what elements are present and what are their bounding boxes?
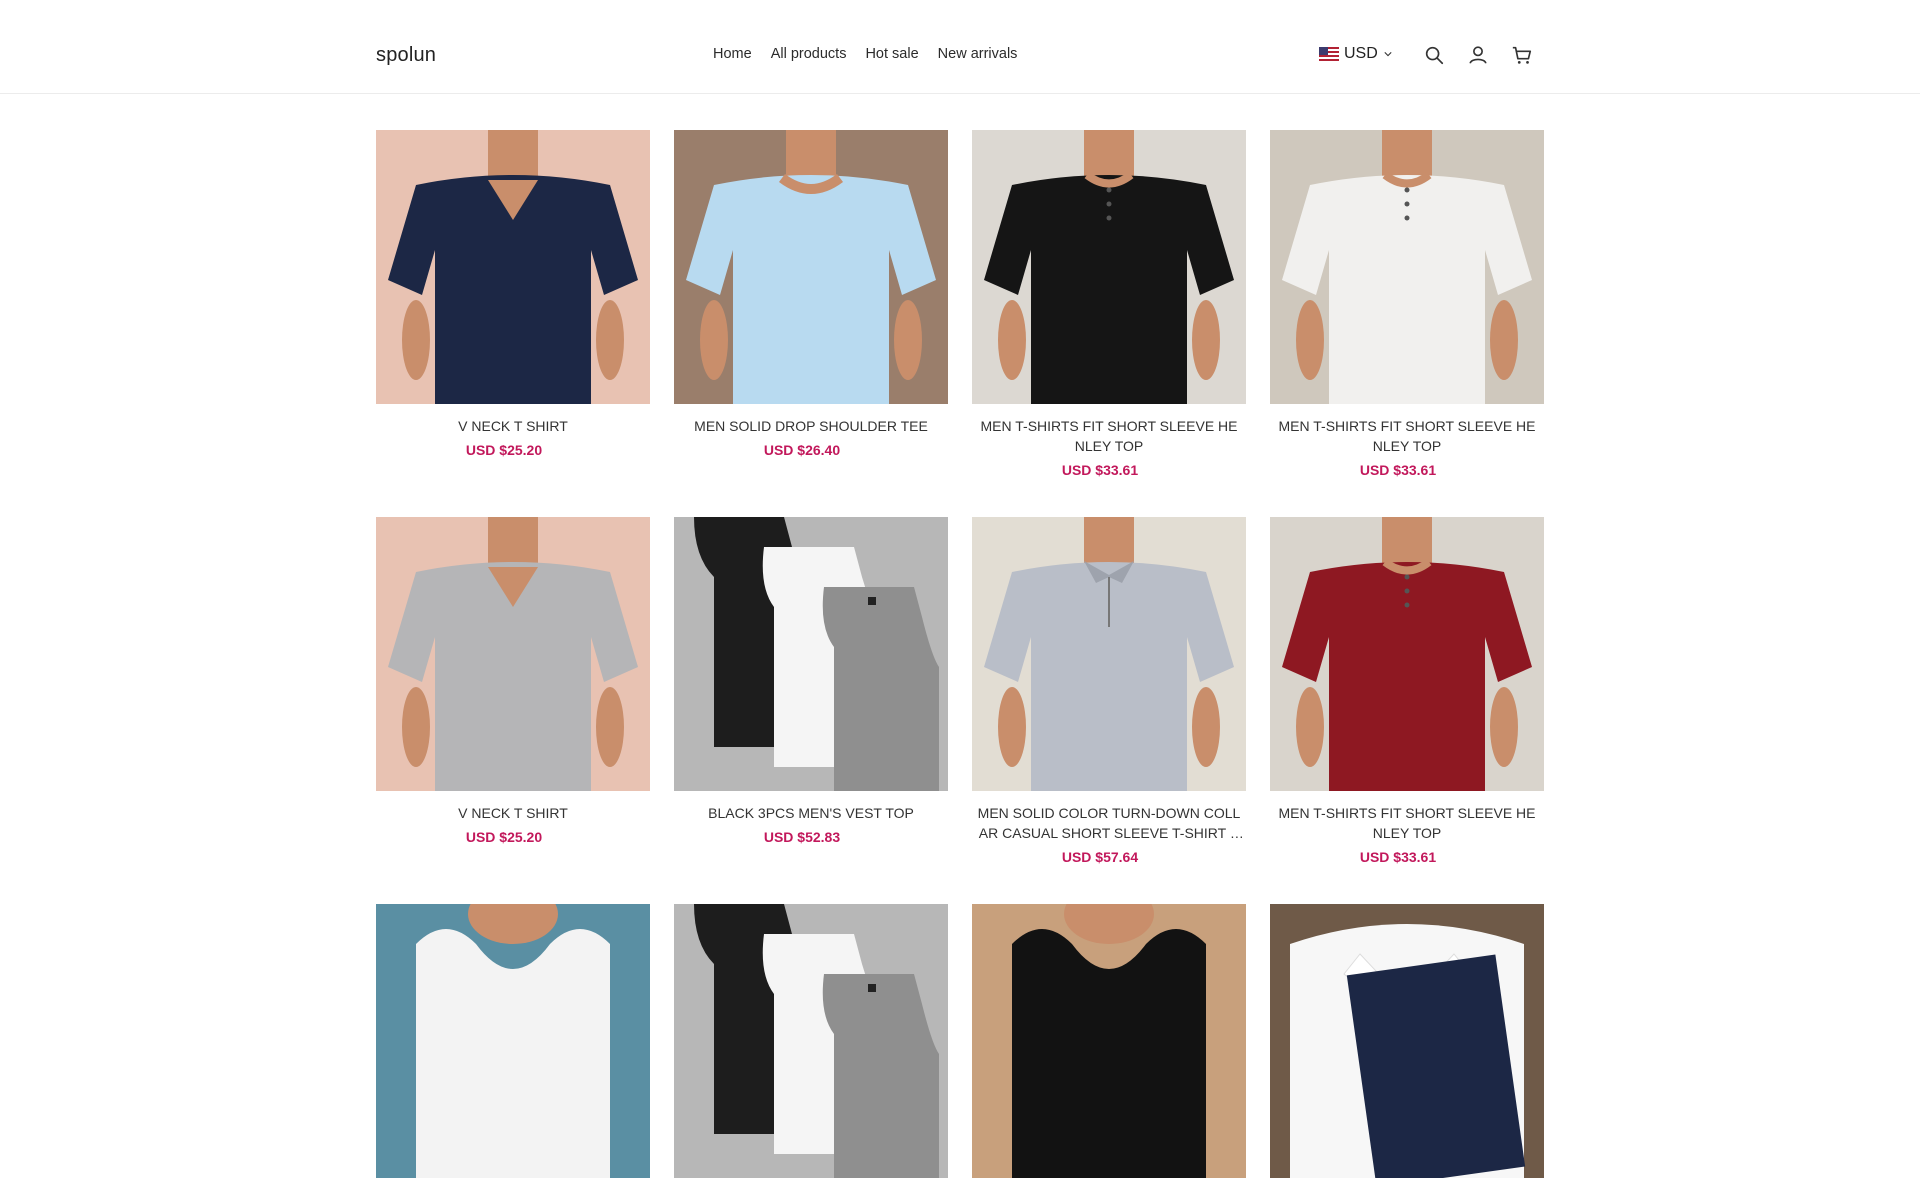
product-card[interactable] — [1270, 904, 1544, 1178]
product-title[interactable]: MEN T-SHIRTS FIT SHORT SLEEVE HENLEY TOP — [1270, 803, 1544, 843]
product-card[interactable] — [972, 904, 1246, 1178]
product-title[interactable]: MEN T-SHIRTS FIT SHORT SLEEVE HENLEY TOP — [972, 416, 1246, 456]
user-icon[interactable] — [1467, 44, 1489, 66]
currency-selector[interactable]: USD — [1319, 45, 1392, 63]
currency-code: USD — [1344, 45, 1378, 62]
product-image[interactable] — [972, 130, 1246, 404]
product-price: USD $33.61 — [1359, 462, 1437, 478]
product-price: USD $25.20 — [465, 442, 543, 458]
nav-home[interactable]: Home — [713, 46, 752, 62]
product-card[interactable]: MEN SOLID DROP SHOULDER TEE USD $26.40 — [674, 130, 948, 458]
nav-hot-sale[interactable]: Hot sale — [865, 46, 918, 62]
product-card[interactable]: MEN T-SHIRTS FIT SHORT SLEEVE HENLEY TOP… — [1270, 130, 1544, 478]
product-card[interactable]: MEN T-SHIRTS FIT SHORT SLEEVE HENLEY TOP… — [972, 130, 1246, 478]
cart-icon[interactable] — [1511, 44, 1533, 66]
product-image[interactable] — [376, 517, 650, 791]
product-image[interactable] — [674, 517, 948, 791]
us-flag-icon — [1319, 47, 1339, 61]
product-price: USD $33.61 — [1061, 462, 1139, 478]
product-card[interactable] — [674, 904, 948, 1178]
product-image[interactable] — [674, 130, 948, 404]
product-title[interactable]: V NECK T SHIRT — [376, 416, 650, 436]
site-header: spolun Home All products Hot sale New ar… — [0, 0, 1920, 94]
product-card[interactable]: V NECK T SHIRT USD $25.20 — [376, 517, 650, 845]
product-title[interactable]: MEN SOLID DROP SHOULDER TEE — [674, 416, 948, 436]
search-icon[interactable] — [1423, 44, 1445, 66]
product-image[interactable] — [1270, 904, 1544, 1178]
product-card[interactable]: MEN T-SHIRTS FIT SHORT SLEEVE HENLEY TOP… — [1270, 517, 1544, 865]
product-card[interactable] — [376, 904, 650, 1178]
product-image[interactable] — [972, 904, 1246, 1178]
brand-logo[interactable]: spolun — [376, 44, 436, 67]
product-title[interactable]: MEN T-SHIRTS FIT SHORT SLEEVE HENLEY TOP — [1270, 416, 1544, 456]
product-image[interactable] — [1270, 130, 1544, 404]
product-title[interactable]: BLACK 3PCS MEN'S VEST TOP — [674, 803, 948, 823]
product-image[interactable] — [376, 904, 650, 1178]
product-card[interactable]: MEN SOLID COLOR TURN-DOWN COLLAR CASUAL … — [972, 517, 1246, 865]
product-price: USD $52.83 — [763, 829, 841, 845]
product-image[interactable] — [1270, 517, 1544, 791]
product-title[interactable]: MEN SOLID COLOR TURN-DOWN COLLAR CASUAL … — [972, 803, 1246, 843]
product-card[interactable]: V NECK T SHIRT USD $25.20 — [376, 130, 650, 458]
product-title[interactable]: V NECK T SHIRT — [376, 803, 650, 823]
nav-all-products[interactable]: All products — [771, 46, 847, 62]
product-price: USD $33.61 — [1359, 849, 1437, 865]
product-card[interactable]: BLACK 3PCS MEN'S VEST TOP USD $52.83 — [674, 517, 948, 845]
main-nav: Home All products Hot sale New arrivals — [713, 46, 1036, 62]
product-image[interactable] — [376, 130, 650, 404]
product-price: USD $57.64 — [1061, 849, 1139, 865]
product-price: USD $26.40 — [763, 442, 841, 458]
product-image[interactable] — [972, 517, 1246, 791]
product-image[interactable] — [674, 904, 948, 1178]
product-price: USD $25.20 — [465, 829, 543, 845]
nav-new-arrivals[interactable]: New arrivals — [938, 46, 1018, 62]
chevron-down-icon — [1384, 52, 1392, 57]
